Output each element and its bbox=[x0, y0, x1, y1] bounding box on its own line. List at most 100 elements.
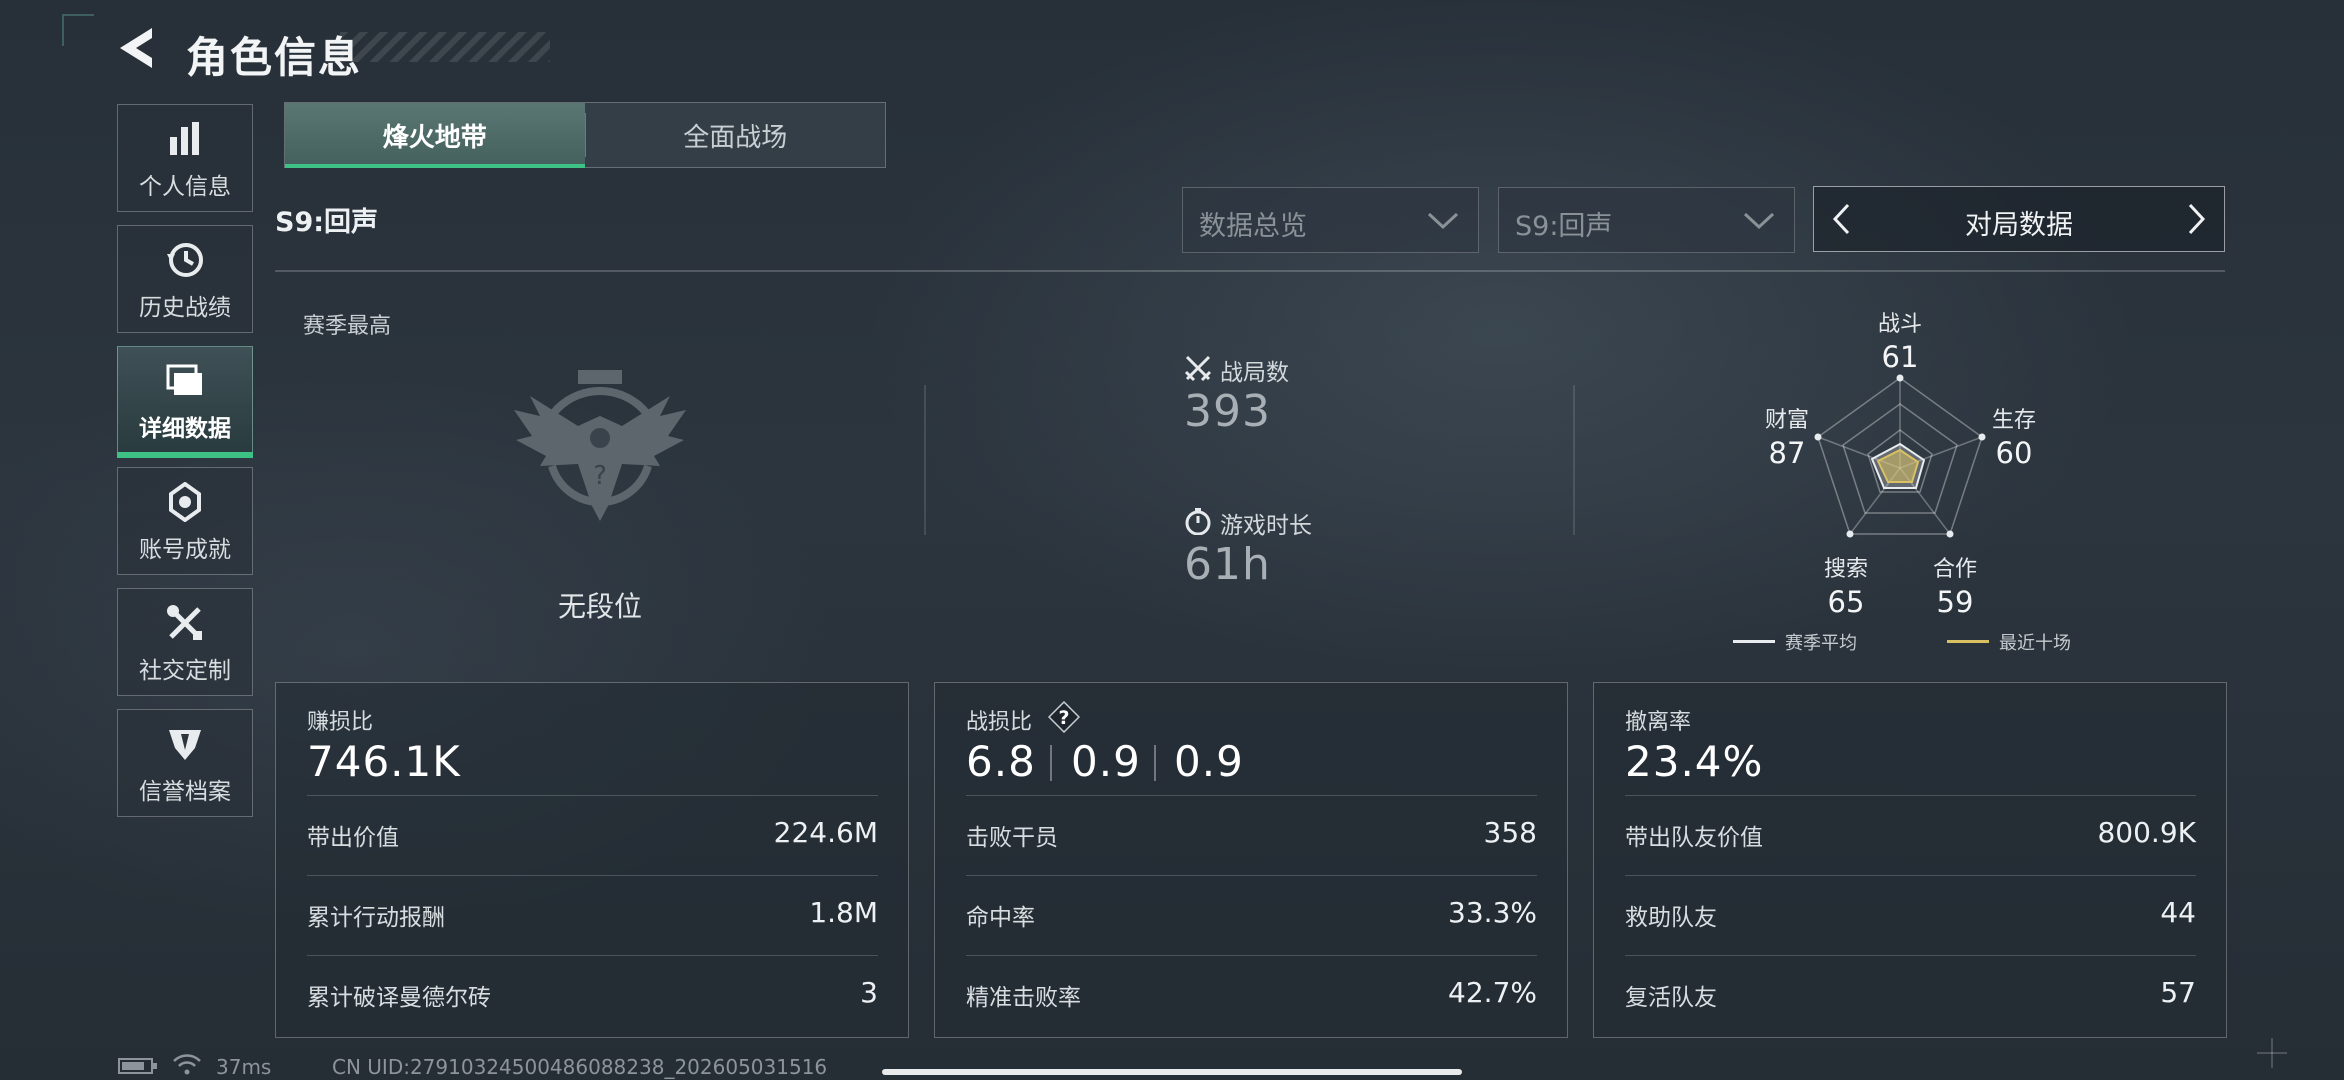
rank-emblem-icon: ? bbox=[500, 356, 700, 546]
stat-row: 击败干员 358 bbox=[966, 795, 1537, 876]
matches-label: 战局数 bbox=[1220, 360, 1289, 386]
uid-text: CN UID:279103245004860882​38_20260503151… bbox=[332, 1055, 828, 1079]
svg-text:?: ? bbox=[593, 461, 607, 491]
tab-warzone[interactable]: 烽火地带 bbox=[285, 103, 585, 168]
title-decoration bbox=[340, 32, 550, 62]
svg-text:?: ? bbox=[1058, 707, 1069, 729]
dropdown-value: S9:回声 bbox=[1515, 211, 1613, 242]
back-arrow-icon bbox=[120, 28, 152, 68]
sidebar-item-label: 社交定制 bbox=[139, 658, 231, 684]
sidebar-item-social[interactable]: 社交定制 bbox=[117, 588, 253, 696]
corner-decoration bbox=[62, 14, 94, 46]
sidebar-item-credit[interactable]: 信誉档案 bbox=[117, 709, 253, 817]
bar-chart-icon bbox=[118, 119, 252, 159]
stat-value: 800.9K bbox=[2097, 816, 2196, 849]
stat-key: 带出价值 bbox=[307, 825, 399, 851]
combat-ratio-2: 0.9 bbox=[1071, 737, 1141, 786]
combat-card: 战损比 ? 6.8 0.9 0.9 击败干员 358 命中率 33.3% 精准击… bbox=[934, 682, 1568, 1038]
stat-row: 精准击败率 42.7% bbox=[966, 955, 1537, 1036]
profit-card: 赚损比 746.1K 带出价值 224.6M 累计行动报酬 1.8M 累计破译曼… bbox=[275, 682, 909, 1038]
stat-value: 44 bbox=[2160, 896, 2196, 929]
stat-value: 33.3% bbox=[1448, 896, 1537, 929]
stat-value: 57 bbox=[2160, 976, 2196, 1009]
legend-swatch-recent-ten bbox=[1947, 640, 1989, 643]
sidebar-item-personal-info[interactable]: 个人信息 bbox=[117, 104, 253, 212]
stat-key: 带出队友价值 bbox=[1625, 825, 1763, 851]
season-label: S9:回声 bbox=[275, 207, 379, 238]
data-pager: 对局数据 bbox=[1813, 186, 2225, 252]
sidebar-item-detailed-data[interactable]: 详细数据 bbox=[117, 346, 253, 458]
card-label: 撤离率 bbox=[1625, 710, 1692, 735]
stat-row: 命中率 33.3% bbox=[966, 875, 1537, 956]
mode-tabs: 烽火地带 全面战场 bbox=[284, 102, 886, 168]
sidebar-item-label: 个人信息 bbox=[139, 174, 231, 200]
extract-card: 撤离率 23.4% 带出队友价值 800.9K 救助队友 44 复活队友 57 bbox=[1593, 682, 2227, 1038]
stat-key: 命中率 bbox=[966, 905, 1035, 931]
stat-row: 累计行动报酬 1.8M bbox=[307, 875, 878, 956]
card-label: 战损比 bbox=[966, 710, 1033, 735]
playtime-label: 游戏时长 bbox=[1220, 513, 1312, 539]
chevron-down-icon bbox=[1743, 212, 1775, 230]
radar-label-combat: 战斗 bbox=[1877, 312, 1922, 337]
radar-value-combat: 61 bbox=[1881, 340, 1919, 374]
radar-label-survival: 生存 bbox=[1991, 408, 2036, 433]
pager-label: 对局数据 bbox=[1965, 210, 2073, 241]
stat-key: 救助队友 bbox=[1625, 905, 1717, 931]
chevron-right-icon[interactable] bbox=[2178, 202, 2212, 236]
value-divider bbox=[1154, 745, 1156, 781]
stat-key: 击败干员 bbox=[966, 825, 1058, 851]
stat-row: 复活队友 57 bbox=[1625, 955, 2196, 1036]
divider bbox=[924, 385, 926, 535]
card-value: 23.4% bbox=[1625, 737, 1764, 786]
crosshair-icon bbox=[2255, 1036, 2289, 1070]
ping-text: 37ms bbox=[216, 1055, 272, 1079]
legend-season-average: 赛季平均 bbox=[1785, 633, 1857, 654]
help-icon[interactable]: ? bbox=[1047, 700, 1081, 734]
radar-label-teamwork: 合作 bbox=[1932, 557, 1977, 582]
data-type-dropdown[interactable]: 数据总览 bbox=[1182, 187, 1479, 253]
sidebar-item-label: 历史战绩 bbox=[139, 295, 231, 321]
card-label: 赚损比 bbox=[307, 710, 374, 735]
stat-key: 精准击败率 bbox=[966, 985, 1081, 1011]
sidebar-item-label: 账号成就 bbox=[139, 537, 231, 563]
legend-swatch-season-average bbox=[1733, 640, 1775, 643]
tools-icon bbox=[118, 603, 252, 643]
radar-label-wealth: 财富 bbox=[1764, 408, 1809, 433]
season-dropdown[interactable]: S9:回声 bbox=[1498, 187, 1795, 253]
radar-value-wealth: 87 bbox=[1768, 436, 1806, 470]
radar-value-survival: 60 bbox=[1995, 436, 2033, 470]
folder-icon bbox=[118, 361, 252, 401]
sidebar-item-achievements[interactable]: 账号成就 bbox=[117, 467, 253, 575]
home-indicator[interactable] bbox=[882, 1069, 1462, 1075]
playtime-value: 61h bbox=[1184, 539, 1271, 590]
sidebar-item-history[interactable]: 历史战绩 bbox=[117, 225, 253, 333]
stat-value: 1.8M bbox=[809, 896, 878, 929]
back-button[interactable] bbox=[112, 22, 164, 74]
season-best-label: 赛季最高 bbox=[303, 314, 392, 339]
stat-row: 带出价值 224.6M bbox=[307, 795, 878, 876]
card-value: 746.1K bbox=[307, 737, 461, 786]
battery-icon bbox=[118, 1057, 158, 1075]
crossed-swords-icon bbox=[1184, 354, 1212, 382]
value-divider bbox=[1050, 745, 1052, 781]
stat-value: 42.7% bbox=[1448, 976, 1537, 1009]
page-title: 角色信息 bbox=[186, 33, 363, 82]
stat-row: 累计破译曼德尔砖 3 bbox=[307, 955, 878, 1036]
stat-key: 复活队友 bbox=[1625, 985, 1717, 1011]
stat-key: 累计破译曼德尔砖 bbox=[307, 985, 491, 1011]
divider bbox=[1573, 385, 1575, 535]
rank-text: 无段位 bbox=[557, 590, 642, 623]
tab-full-battlefield[interactable]: 全面战场 bbox=[586, 103, 886, 167]
credit-shield-icon bbox=[118, 724, 252, 764]
legend-recent-ten: 最近十场 bbox=[1999, 633, 2071, 654]
radar-label-search: 搜索 bbox=[1823, 557, 1868, 582]
medal-icon bbox=[118, 482, 252, 522]
stat-row: 救助队友 44 bbox=[1625, 875, 2196, 956]
sidebar-item-label: 信誉档案 bbox=[139, 779, 231, 805]
combat-ratio-3: 0.9 bbox=[1174, 737, 1244, 786]
stat-key: 累计行动报酬 bbox=[307, 905, 445, 931]
stat-row: 带出队友价值 800.9K bbox=[1625, 795, 2196, 876]
combat-ratio-1: 6.8 bbox=[966, 737, 1036, 786]
stopwatch-icon bbox=[1184, 507, 1212, 536]
wifi-icon bbox=[172, 1052, 202, 1076]
